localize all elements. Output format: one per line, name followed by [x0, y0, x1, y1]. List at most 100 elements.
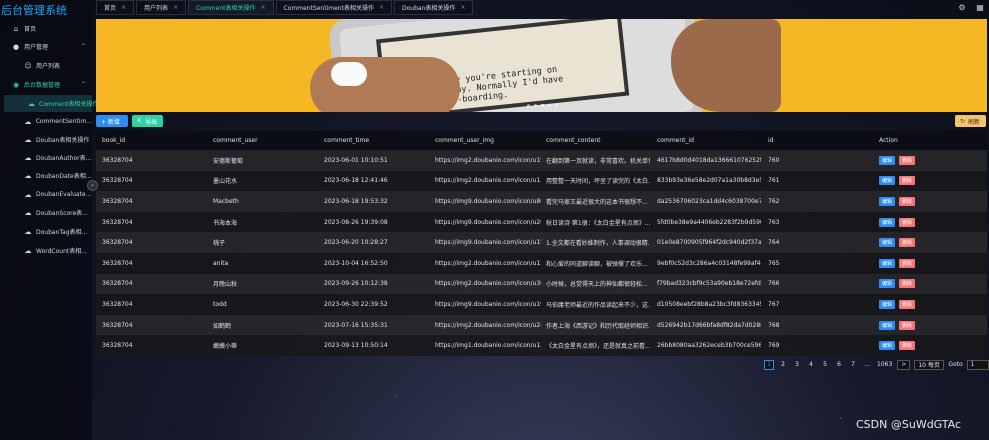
- carousel-dot[interactable]: [541, 104, 544, 107]
- sidebar-item-douban-tag[interactable]: ☁ DoubanTag表相...: [0, 223, 92, 240]
- column-header: Action: [879, 137, 898, 144]
- delete-button[interactable]: 删除: [899, 217, 915, 227]
- delete-button[interactable]: 删除: [899, 176, 915, 186]
- next-page-button[interactable]: >: [897, 359, 911, 370]
- sidebar-item-label: WordCount表相...: [36, 248, 87, 255]
- banner-thumbnail-image: [331, 62, 367, 86]
- table-cell: https://img9.doubanio.com/icon/u26...: [435, 218, 541, 226]
- edit-button[interactable]: 编辑: [879, 196, 895, 206]
- close-icon[interactable]: ×: [460, 4, 465, 11]
- table-cell: 用整整一天时间，坪坐了读完的《太白...: [546, 178, 650, 186]
- page-size-select[interactable]: 10 每页: [914, 359, 945, 370]
- banner-hand-image: [310, 57, 460, 112]
- delete-button[interactable]: 删除: [899, 341, 915, 351]
- sidebar-item-home[interactable]: ⌂ 首页: [0, 20, 92, 37]
- sidebar-item-comment[interactable]: ☁ Comment表相关操作: [4, 95, 98, 112]
- table-cell: todd: [213, 300, 227, 308]
- export-button[interactable]: ⇱ 导出: [132, 115, 163, 127]
- sidebar-item-user-management[interactable]: ● 用户管理 ⌃: [0, 38, 92, 55]
- sidebar-item-douban-score[interactable]: ☁ DoubanScore表...: [0, 204, 92, 221]
- table-cell: https://img2.doubanio.com/icon/u13...: [435, 259, 541, 267]
- page-number[interactable]: 1: [764, 359, 774, 370]
- sidebar-item-user-list[interactable]: ☺ 用户列表: [0, 57, 92, 74]
- table-cell: 墨山花水: [213, 178, 238, 186]
- table-cell: 36328704: [102, 239, 133, 247]
- tab-home[interactable]: 首页 ×: [96, 0, 135, 15]
- close-icon[interactable]: ×: [121, 4, 126, 11]
- close-icon[interactable]: ×: [379, 4, 384, 11]
- sidebar-item-douban[interactable]: ☁ Douban表相关操作: [0, 131, 92, 148]
- goto-input[interactable]: 1: [966, 359, 989, 370]
- delete-button[interactable]: 删除: [899, 279, 915, 289]
- edit-button[interactable]: 编辑: [879, 176, 895, 186]
- delete-button[interactable]: 删除: [899, 258, 915, 268]
- edit-button[interactable]: 编辑: [879, 258, 895, 268]
- page-number[interactable]: 3: [792, 360, 802, 370]
- sidebar-item-comment-sentiment[interactable]: ☁ CommentSentim...: [0, 113, 92, 130]
- refresh-icon: ↻: [960, 117, 966, 125]
- tab-user-list[interactable]: 用户列表 ×: [136, 0, 187, 15]
- table-cell: 马伯庸老师最近的作品读起来不少，这...: [546, 301, 650, 309]
- tab-bar: 首页 × 用户列表 × Comment表相关操作 × CommentSentiment…: [96, 0, 989, 15]
- sidebar-item-douban-date[interactable]: ☁ DoubanDate表相...: [0, 167, 92, 184]
- page-number[interactable]: 5: [820, 360, 830, 370]
- table-header: book_id comment_user comment_time comment_u…: [96, 131, 987, 150]
- grid-menu-icon[interactable]: ▦: [975, 2, 985, 12]
- table-cell: 760: [768, 156, 780, 164]
- edit-button[interactable]: 编辑: [879, 320, 895, 330]
- sidebar-item-data-management[interactable]: ◉ 后台数据管理 ⌃: [0, 76, 92, 93]
- carousel-indicators: [527, 104, 558, 107]
- table-cell: 9ebf0c52d3c286a4c03148fe99af4db8: [657, 259, 761, 267]
- tab-comment-sentiment[interactable]: CommentSentiment表相关操作 ×: [275, 0, 392, 15]
- sidebar-item-douban-evaluate[interactable]: ☁ DoubanEvaluate...: [0, 186, 92, 203]
- page-number[interactable]: 6: [834, 360, 844, 370]
- banner-hand-right-image: [671, 19, 781, 112]
- table-row: 36328704 anita 2023-10-04 16:52:50 https://…: [96, 252, 987, 274]
- delete-button[interactable]: 删除: [899, 196, 915, 206]
- theme-icon[interactable]: ⚙: [957, 2, 967, 12]
- table-cell: 764: [768, 239, 780, 247]
- carousel-dot[interactable]: [527, 104, 530, 107]
- table-cell: 769: [768, 342, 780, 350]
- delete-button[interactable]: 删除: [899, 320, 915, 330]
- edit-button[interactable]: 编辑: [879, 279, 895, 289]
- user-icon: ☺: [24, 61, 32, 70]
- pagination-ellipsis[interactable]: ...: [862, 360, 872, 370]
- edit-button[interactable]: 编辑: [879, 217, 895, 227]
- page-number[interactable]: 4: [806, 360, 816, 370]
- carousel-dot[interactable]: [555, 104, 558, 107]
- delete-button[interactable]: 删除: [899, 299, 915, 309]
- sidebar-item-label: Comment表相关操作: [39, 101, 99, 108]
- table-cell: 768: [768, 321, 780, 329]
- carousel-dot[interactable]: [548, 104, 551, 107]
- carousel-dot[interactable]: [534, 104, 537, 107]
- sidebar-item-label: 用户管理: [24, 44, 49, 51]
- page-number[interactable]: 1063: [876, 360, 893, 370]
- edit-button[interactable]: 编辑: [879, 341, 895, 351]
- sidebar-collapse-button[interactable]: ‹: [87, 180, 98, 191]
- table-cell: d526942b17d66bfa8df82da7d0288db9: [657, 321, 761, 329]
- edit-button[interactable]: 编辑: [879, 238, 895, 248]
- page-number[interactable]: 2: [778, 360, 788, 370]
- delete-button[interactable]: 删除: [899, 155, 915, 165]
- page-number[interactable]: 7: [848, 360, 858, 370]
- sidebar-item-word-count[interactable]: ☁ WordCount表相...: [0, 242, 92, 259]
- add-button[interactable]: + 新增: [96, 115, 128, 127]
- table-cell: 833b93e36e58e2d07a1a30b8d3e5fec8: [657, 177, 761, 185]
- tab-comment[interactable]: Comment表相关操作 ×: [188, 0, 274, 15]
- column-header: comment_user_img: [435, 137, 494, 144]
- refresh-button[interactable]: ↻ 刷新: [955, 115, 986, 127]
- table-row: 36328704 todd 2023-06-30 22:39:52 https://i…: [96, 294, 987, 315]
- table-cell: 2023-09-13 10:50:14: [324, 342, 388, 350]
- sidebar-item-label: 首页: [24, 26, 37, 33]
- close-icon[interactable]: ×: [261, 4, 266, 11]
- delete-button[interactable]: 删除: [899, 238, 915, 248]
- edit-button[interactable]: 编辑: [879, 155, 895, 165]
- table-cell: 小时候，总觉得天上的神仙都很轻松...: [546, 281, 648, 289]
- edit-button[interactable]: 编辑: [879, 299, 895, 309]
- table-cell: https://img2.doubanio.com/icon/u24...: [435, 321, 541, 329]
- tab-douban[interactable]: Douban表相关操作 ×: [393, 0, 474, 15]
- sidebar-item-douban-author[interactable]: ☁ DoubanAuthor表...: [0, 149, 92, 166]
- table-cell: 2023-06-18 12:41:46: [324, 177, 388, 185]
- close-icon[interactable]: ×: [173, 4, 178, 11]
